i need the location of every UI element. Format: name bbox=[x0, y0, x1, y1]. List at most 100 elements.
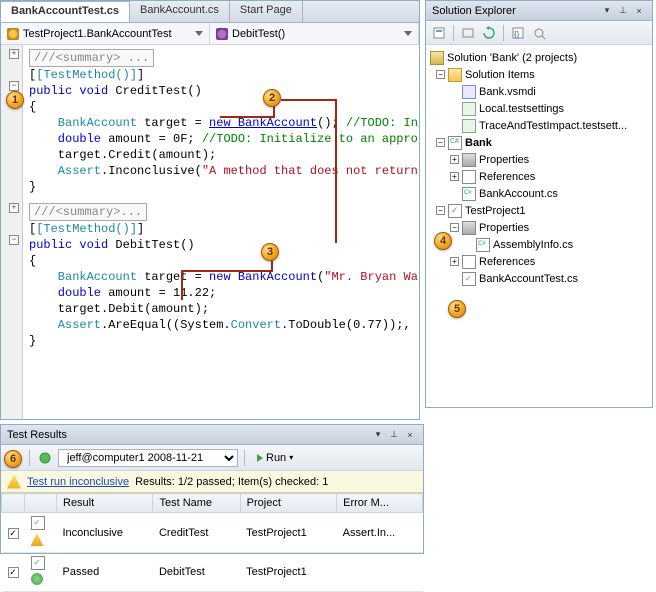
properties-icon[interactable] bbox=[430, 24, 448, 42]
c: .AreEqual((System. bbox=[101, 318, 231, 332]
refresh-icon[interactable] bbox=[36, 449, 54, 467]
cell-result: Passed bbox=[57, 553, 153, 592]
chevron-down-icon bbox=[195, 31, 203, 36]
pin-icon[interactable]: ⊥ bbox=[387, 428, 401, 442]
dropdown-icon[interactable]: ▾ bbox=[600, 4, 614, 18]
collapse-icon[interactable]: − bbox=[436, 70, 445, 79]
str: "A method that does not return... bbox=[202, 164, 419, 178]
tab-bankaccounttest[interactable]: BankAccountTest.cs bbox=[1, 1, 130, 22]
attr: [TestMethod()] bbox=[36, 222, 137, 236]
tree-bankaccount-cs[interactable]: BankAccount.cs bbox=[428, 185, 650, 202]
tree-properties[interactable]: +Properties bbox=[428, 151, 650, 168]
test-file-icon bbox=[462, 272, 476, 286]
t: new BankAccount bbox=[209, 270, 317, 284]
class-label: TestProject1.BankAccountTest bbox=[23, 28, 172, 40]
file-icon bbox=[462, 102, 476, 116]
class-dropdown[interactable]: TestProject1.BankAccountTest bbox=[1, 23, 210, 44]
file-tabs: BankAccountTest.cs BankAccount.cs Start … bbox=[1, 1, 419, 23]
expand-icon[interactable]: + bbox=[450, 172, 459, 181]
title-text: Solution Explorer bbox=[432, 5, 516, 17]
col-result[interactable]: Result bbox=[57, 494, 153, 513]
label: TestProject1 bbox=[465, 205, 526, 217]
outline-toggle[interactable]: − bbox=[9, 235, 19, 245]
panel-title: Test Results ▾ ⊥ × bbox=[1, 425, 423, 445]
summary-collapsed[interactable]: ///<summary>... bbox=[29, 203, 147, 221]
references-icon bbox=[462, 255, 476, 269]
checkbox[interactable]: ✓ bbox=[8, 528, 19, 539]
col-status[interactable] bbox=[25, 494, 57, 513]
test-run-select[interactable]: jeff@computer1 2008-11-21 bbox=[58, 449, 238, 467]
summary-collapsed[interactable]: ///<summary> ... bbox=[29, 49, 154, 67]
tree-testproject[interactable]: − TestProject1 bbox=[428, 202, 650, 219]
folder-icon bbox=[448, 68, 462, 82]
brace: } bbox=[29, 333, 419, 349]
project-icon bbox=[448, 136, 462, 150]
test-project-icon bbox=[448, 204, 462, 218]
tree-solution-items[interactable]: −Solution Items bbox=[428, 66, 650, 83]
outline-toggle[interactable]: + bbox=[9, 49, 19, 59]
tab-bankaccount[interactable]: BankAccount.cs bbox=[130, 1, 230, 22]
outline-toggle[interactable]: − bbox=[9, 81, 19, 91]
tree-references[interactable]: + References bbox=[428, 253, 650, 270]
close-icon[interactable]: × bbox=[632, 4, 646, 18]
table-row[interactable]: ✓ InconclusiveCreditTestTestProject1Asse… bbox=[2, 513, 423, 553]
expand-icon[interactable]: + bbox=[450, 155, 459, 164]
show-all-icon[interactable] bbox=[459, 24, 477, 42]
tree-bankaccounttest-cs[interactable]: BankAccountTest.cs bbox=[428, 270, 650, 287]
label: Bank bbox=[465, 137, 492, 149]
collapse-icon[interactable]: − bbox=[450, 223, 459, 232]
run-button[interactable]: Run▾ bbox=[251, 451, 299, 465]
solution-icon bbox=[430, 51, 444, 65]
tree-references[interactable]: + References bbox=[428, 168, 650, 185]
solution-root[interactable]: Solution 'Bank' (2 projects) bbox=[428, 49, 650, 66]
tree-local-settings[interactable]: Local.testsettings bbox=[428, 100, 650, 117]
references-icon bbox=[462, 170, 476, 184]
view-icon[interactable] bbox=[530, 24, 548, 42]
c: (); bbox=[317, 116, 346, 130]
label: Run bbox=[266, 452, 286, 464]
c: amount = 0F; bbox=[101, 132, 202, 146]
collapse-icon[interactable]: − bbox=[436, 206, 445, 215]
col-project[interactable]: Project bbox=[240, 494, 336, 513]
solution-toolbar: {} bbox=[426, 21, 652, 45]
label: TraceAndTestImpact.testsett... bbox=[479, 120, 627, 132]
properties-icon bbox=[462, 153, 476, 167]
label: References bbox=[479, 171, 535, 183]
col-testname[interactable]: Test Name bbox=[153, 494, 240, 513]
checkbox[interactable]: ✓ bbox=[8, 567, 19, 578]
properties-icon bbox=[462, 221, 476, 235]
c: target = bbox=[137, 270, 209, 284]
col-error[interactable]: Error M... bbox=[337, 494, 423, 513]
callout-3: 3 bbox=[261, 243, 279, 261]
expand-icon[interactable]: + bbox=[450, 257, 459, 266]
tree-assemblyinfo[interactable]: AssemblyInfo.cs bbox=[428, 236, 650, 253]
tree-properties[interactable]: −Properties bbox=[428, 219, 650, 236]
file-icon bbox=[462, 119, 476, 133]
tree-bank-project[interactable]: − Bank bbox=[428, 134, 650, 151]
dropdown-icon[interactable]: ▾ bbox=[371, 428, 385, 442]
label: References bbox=[479, 256, 535, 268]
close-icon[interactable]: × bbox=[403, 428, 417, 442]
table-row[interactable]: ✓ PassedDebitTestTestProject1 bbox=[2, 553, 423, 592]
tab-startpage[interactable]: Start Page bbox=[230, 1, 303, 22]
test-results-grid: Result Test Name Project Error M... ✓ In… bbox=[1, 493, 423, 592]
outline-toggle[interactable]: + bbox=[9, 203, 19, 213]
tree-trace-settings[interactable]: TraceAndTestImpact.testsett... bbox=[428, 117, 650, 134]
editor-pane: BankAccountTest.cs BankAccount.cs Start … bbox=[0, 0, 420, 420]
test-icon bbox=[31, 516, 45, 530]
pin-icon[interactable]: ⊥ bbox=[616, 4, 630, 18]
tree-vsmdi[interactable]: Bank.vsmdi bbox=[428, 83, 650, 100]
test-run-link[interactable]: Test run inconclusive bbox=[27, 476, 129, 488]
code-editor[interactable]: + ///<summary> ... [[TestMethod()]] − pu… bbox=[1, 45, 419, 419]
collapse-icon[interactable]: − bbox=[436, 138, 445, 147]
method-dropdown[interactable]: DebitTest() bbox=[210, 23, 419, 44]
method-label: DebitTest() bbox=[232, 28, 285, 40]
str: "Mr. Bryan Wal... bbox=[324, 270, 419, 284]
code-view-icon[interactable]: {} bbox=[509, 24, 527, 42]
cm: //TODO: Ini... bbox=[346, 116, 419, 130]
solution-explorer: Solution Explorer ▾ ⊥ × {} Solution 'Ban… bbox=[425, 0, 653, 408]
col-check[interactable] bbox=[2, 494, 25, 513]
refresh-icon[interactable] bbox=[480, 24, 498, 42]
callout-5: 5 bbox=[448, 300, 466, 318]
t: BankAccount bbox=[29, 116, 137, 130]
